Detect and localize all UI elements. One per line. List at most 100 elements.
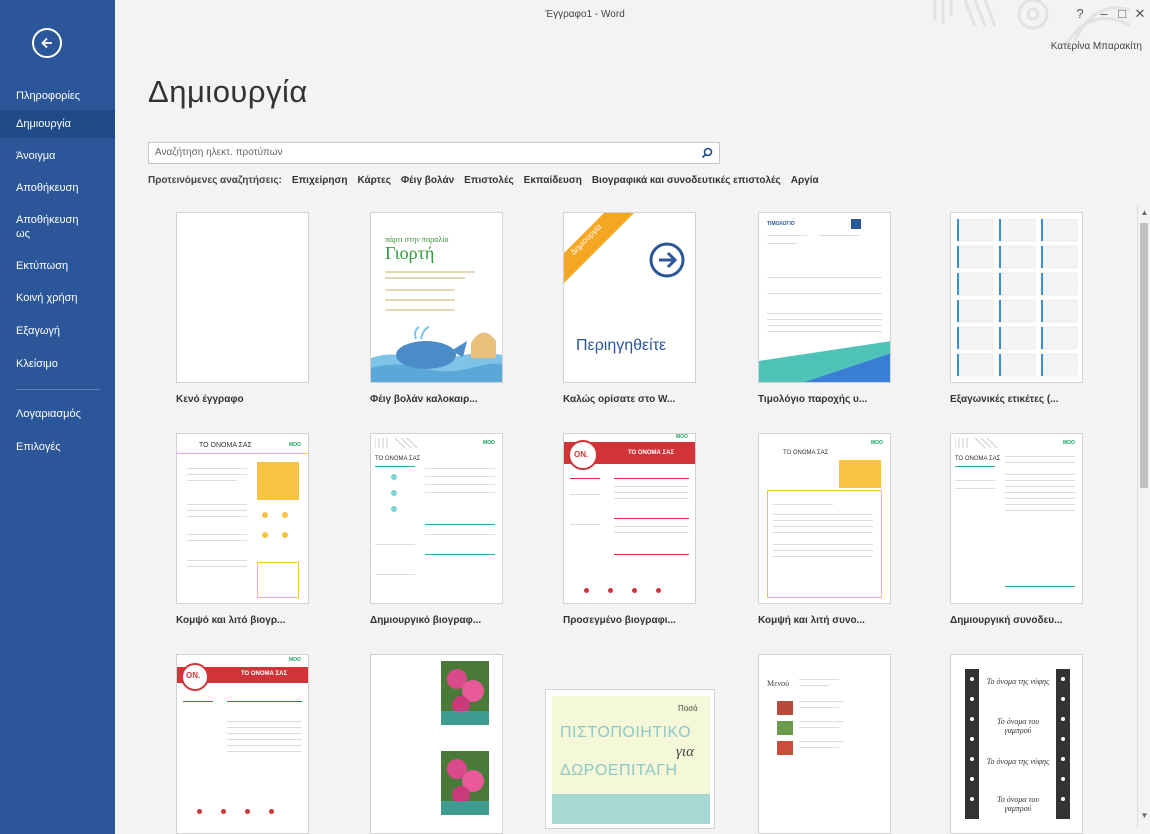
arrow-right-icon	[649, 242, 685, 278]
suggested-link-resumes[interactable]: Βιογραφικά και συνοδευτικές επιστολές	[592, 175, 781, 186]
label-groom: Το όνομα του γαμπρού	[996, 717, 1040, 735]
template-caption: Φέιγ βολάν καλοκαιρ...	[370, 394, 478, 405]
template-thumbnail	[370, 654, 503, 834]
template-caption: Κενό έγγραφο	[176, 394, 244, 405]
template-caption: Δημιουργική συνοδευ...	[950, 615, 1063, 626]
flyer-big-text: Γιορτή	[385, 243, 435, 263]
sidebar-item-open[interactable]: Άνοιγμα	[0, 146, 115, 166]
template-thumbnail: ON. ΤΟ ΟΝΟΜΑ ΣΑΣ MOO	[176, 654, 309, 834]
search-icon[interactable]	[701, 147, 713, 159]
on-badge: ON.	[186, 671, 201, 680]
label-bride: Το όνομα της νύφης	[986, 677, 1050, 686]
moo-logo: MOO	[871, 440, 883, 446]
template-thumbnail: ΤΙΜΟΛΟΓΙΟ	[758, 212, 891, 383]
sidebar-item-label: Εξαγωγή	[16, 325, 61, 337]
help-button[interactable]: ?	[1069, 6, 1091, 21]
sidebar-item-info[interactable]: Πληροφορίες	[0, 86, 115, 106]
template-thumbnail: πάρτι στην παραλία Γιορτή	[370, 212, 503, 383]
sidebar-item-label: Αποθήκευση ως	[16, 214, 79, 240]
suggested-link-education[interactable]: Εκπαίδευση	[524, 175, 582, 186]
vertical-scrollbar[interactable]: ▲ ▼	[1137, 205, 1150, 829]
arrow-left-icon	[41, 37, 52, 49]
header-pattern	[955, 438, 998, 448]
sidebar-item-share[interactable]: Κοινή χρήση	[0, 288, 115, 308]
template-thumbnail	[950, 212, 1083, 383]
resume-name: ΤΟ ΟΝΟΜΑ ΣΑΣ	[241, 671, 288, 677]
sidebar-item-options[interactable]: Επιλογές	[0, 437, 115, 457]
template-thumbnail: MOO ΤΟ ΟΝΟΜΑ ΣΑΣ	[370, 433, 503, 604]
sidebar-item-label: Κοινή χρήση	[16, 292, 78, 304]
suggested-link-business[interactable]: Επιχείρηση	[292, 175, 348, 186]
flower-photo	[441, 661, 489, 725]
template-thumbnail: Το όνομα της νύφης Το όνομα του γαμπρού …	[950, 654, 1083, 834]
scroll-down-icon[interactable]: ▼	[1140, 811, 1149, 820]
suggested-link-flyers[interactable]: Φέιγ βολάν	[401, 175, 454, 186]
template-thumbnail: MOO ΤΟ ΟΝΟΜΑ ΣΑΣ	[950, 433, 1083, 604]
template-caption: Εξαγωνικές ετικέτες (...	[950, 394, 1059, 405]
invoice-title: ΤΙΜΟΛΟΓΙΟ	[767, 221, 795, 227]
sidebar-item-label: Επιλογές	[16, 441, 61, 453]
suggested-link-holiday[interactable]: Αργία	[791, 175, 819, 186]
window-title: Έγγραφο1 - Word	[545, 9, 625, 20]
sidebar-item-new[interactable]: Δημιουργία	[0, 110, 115, 138]
cert-title-line2: για	[676, 744, 694, 760]
ornament-border	[1056, 669, 1070, 819]
resume-name: ΤΟ ΟΝΟΜΑ ΣΑΣ	[375, 456, 421, 462]
backstage-sidebar: Πληροφορίες Δημιουργία Άνοιγμα Αποθήκευσ…	[0, 0, 115, 834]
template-thumbnail: MOO ΤΟ ΟΝΟΜΑ ΣΑΣ	[758, 433, 891, 604]
sidebar-item-export[interactable]: Εξαγωγή	[0, 321, 115, 341]
template-caption: Κομψό και λιτό βιογρ...	[176, 615, 286, 626]
resume-name: ΤΟ ΟΝΟΜΑ ΣΑΣ	[628, 450, 675, 456]
menu-title: Μενού	[767, 679, 790, 688]
template-search-input[interactable]: Αναζήτηση ηλεκτ. προτύπων	[148, 142, 720, 164]
cert-title-line1: ΠΙΣΤΟΠΟΙΗΤΙΚΟ	[560, 724, 692, 741]
sidebar-item-label: Κλείσιμο	[16, 358, 58, 370]
template-thumbnail	[176, 212, 309, 383]
invoice-wave	[759, 341, 890, 382]
resume-name: ΤΟ ΟΝΟΜΑ ΣΑΣ	[955, 456, 1001, 462]
moo-logo: MOO	[289, 657, 301, 663]
sidebar-item-label: Δημιουργία	[16, 118, 71, 130]
cert-title-line3: ΔΩΡΟΕΠΙΤΑΓΗ	[560, 762, 678, 779]
suggested-searches: Προτεινόμενες αναζητήσεις: Επιχείρηση Κά…	[148, 175, 819, 186]
template-thumbnail: ΤΟ ΟΝΟΜΑ ΣΑΣ MOO	[176, 433, 309, 604]
sidebar-item-label: Λογαριασμός	[16, 408, 81, 420]
close-button[interactable]: ✕	[1129, 6, 1150, 22]
sidebar-item-label: Πληροφορίες	[16, 90, 81, 102]
template-caption: Προσεγμένο βιογραφι...	[563, 615, 676, 626]
welcome-text: Περιηγηθείτε	[576, 337, 667, 354]
new-document-pane: Έγγραφο1 - Word ? – □ ✕ Κατερίνα Μπαρακί…	[115, 0, 1150, 834]
on-badge: ON.	[574, 450, 589, 459]
resume-name: ΤΟ ΟΝΟΜΑ ΣΑΣ	[199, 442, 252, 449]
resume-name: ΤΟ ΟΝΟΜΑ ΣΑΣ	[783, 450, 829, 456]
search-placeholder: Αναζήτηση ηλεκτ. προτύπων	[155, 147, 283, 158]
back-button[interactable]	[32, 28, 62, 58]
moo-logo: MOO	[676, 434, 688, 440]
scrollbar-thumb[interactable]	[1140, 223, 1148, 488]
template-caption: Τιμολόγιο παροχής υ...	[758, 394, 868, 405]
account-name[interactable]: Κατερίνα Μπαρακίτη	[1051, 41, 1142, 52]
sidebar-item-account[interactable]: Λογαριασμός	[0, 404, 115, 424]
moo-logo: MOO	[1063, 440, 1075, 446]
template-caption: Κομψή και λιτή συνο...	[758, 615, 865, 626]
word-backstage: Πληροφορίες Δημιουργία Άνοιγμα Αποθήκευσ…	[0, 0, 1150, 834]
label-grid	[957, 219, 1078, 377]
template-thumbnail: Μενού	[758, 654, 891, 834]
sidebar-item-save[interactable]: Αποθήκευση	[0, 178, 115, 198]
suggested-link-letters[interactable]: Επιστολές	[464, 175, 514, 186]
sidebar-item-label: Άνοιγμα	[16, 150, 56, 162]
label-bride: Το όνομα της νύφης	[986, 757, 1050, 766]
suggested-link-cards[interactable]: Κάρτες	[357, 175, 390, 186]
template-caption: Δημιουργικό βιογραφ...	[370, 615, 482, 626]
moo-logo: MOO	[289, 442, 301, 448]
scroll-up-icon[interactable]: ▲	[1140, 208, 1149, 217]
sidebar-item-label: Αποθήκευση	[16, 182, 79, 194]
title-bar: Έγγραφο1 - Word ? – □ ✕ Κατερίνα Μπαρακί…	[115, 0, 1150, 52]
sidebar-item-label: Εκτύπωση	[16, 260, 69, 272]
flower-photo	[441, 751, 489, 815]
page-title: Δημιουργία	[148, 74, 308, 109]
sidebar-item-save-as[interactable]: Αποθήκευση ως	[0, 212, 115, 242]
sidebar-item-print[interactable]: Εκτύπωση	[0, 256, 115, 276]
sidebar-item-close[interactable]: Κλείσιμο	[0, 354, 115, 374]
sidebar-divider	[16, 389, 100, 390]
